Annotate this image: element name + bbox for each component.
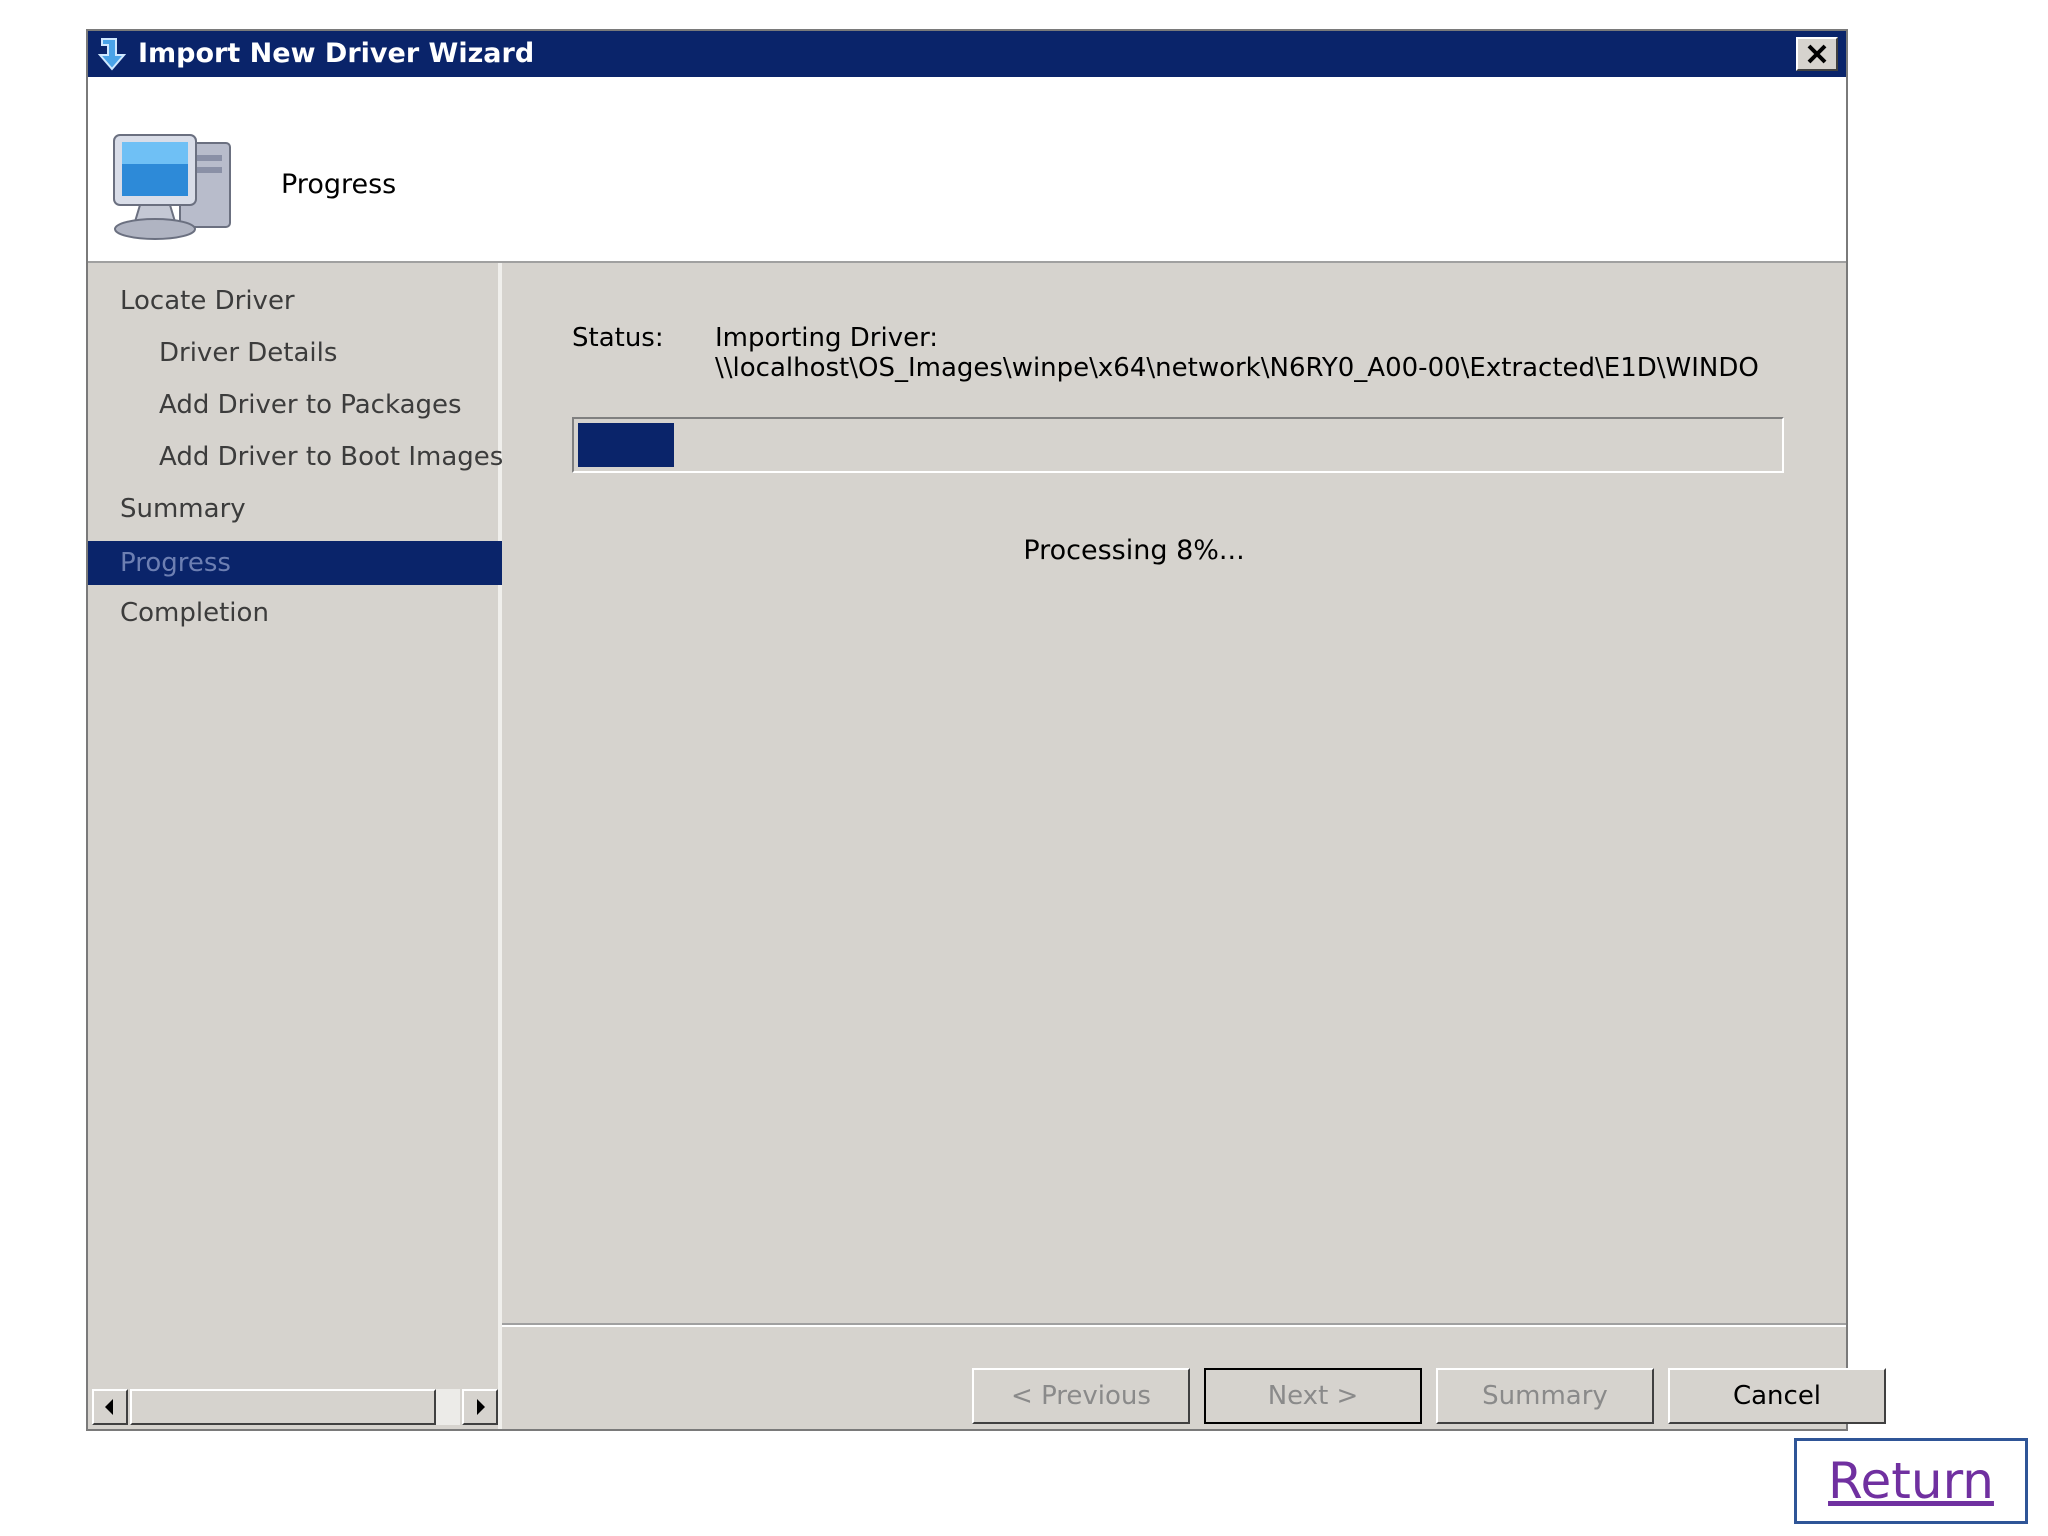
summary-button[interactable]: Summary (1436, 1368, 1654, 1424)
close-button[interactable] (1796, 37, 1838, 71)
step-driver-details[interactable]: Driver Details (88, 331, 569, 375)
progress-panel: Status: Importing Driver: \\localhost\OS… (502, 263, 1886, 1429)
progress-bar-fill (578, 423, 674, 467)
progress-bar (572, 417, 1784, 473)
scrollbar-track[interactable] (130, 1389, 460, 1425)
scroll-right-button[interactable] (462, 1389, 498, 1425)
button-area-divider (502, 1323, 1846, 1327)
wizard-step-list: Locate Driver Driver Details Add Driver … (88, 263, 530, 1429)
scroll-left-button[interactable] (92, 1389, 128, 1425)
status-line-importing: Importing Driver: (715, 323, 939, 353)
status-line-driver-path: \\localhost\OS_Images\winpe\x64\network\… (715, 353, 1759, 383)
processing-text: Processing 8%... (1023, 535, 1245, 566)
scrollbar-thumb[interactable] (130, 1389, 436, 1425)
wizard-header: Progress (88, 77, 1846, 263)
status-label: Status: (572, 323, 664, 353)
computer-icon (113, 134, 231, 240)
return-link[interactable]: Return (1794, 1438, 2028, 1524)
close-icon (1807, 44, 1827, 64)
wizard-arrow-icon (97, 38, 127, 71)
import-driver-wizard-window: Import New Driver Wizard Progress Locate… (86, 29, 1886, 1431)
arrow-right-icon (477, 1399, 485, 1415)
step-add-driver-to-boot-images[interactable]: Add Driver to Boot Images (88, 435, 569, 479)
step-title: Progress (281, 169, 397, 200)
status-text: Importing Driver: \\localhost\OS_Images\… (715, 323, 1759, 383)
sidebar-horizontal-scrollbar[interactable] (92, 1389, 498, 1425)
step-add-driver-to-packages[interactable]: Add Driver to Packages (88, 383, 569, 427)
arrow-left-icon (105, 1399, 113, 1415)
step-summary[interactable]: Summary (88, 487, 530, 531)
previous-button[interactable]: < Previous (972, 1368, 1190, 1424)
cancel-button[interactable]: Cancel (1668, 1368, 1886, 1424)
title-bar[interactable]: Import New Driver Wizard (88, 31, 1846, 77)
step-locate-driver[interactable]: Locate Driver (88, 279, 530, 323)
window-title: Import New Driver Wizard (138, 38, 535, 69)
step-completion[interactable]: Completion (88, 591, 530, 635)
step-progress[interactable]: Progress (88, 541, 530, 585)
next-button[interactable]: Next > (1204, 1368, 1422, 1424)
